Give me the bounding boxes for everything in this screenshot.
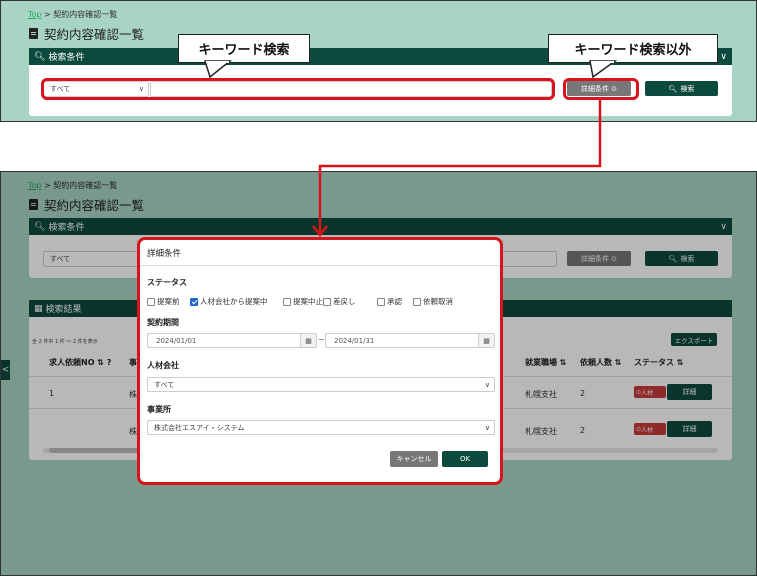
checkbox-icon[interactable] bbox=[283, 297, 291, 306]
ok-button[interactable]: OK bbox=[442, 451, 488, 467]
office-select[interactable]: 株式会社エスアイ・システム ∨ bbox=[147, 420, 495, 435]
cancel-button[interactable]: キャンセル bbox=[390, 451, 438, 467]
date-from-input[interactable]: 2024/01/01 ▦ bbox=[147, 333, 317, 348]
period-label: 契約期間 bbox=[147, 318, 179, 327]
detail-conditions-modal: 詳細条件 ステータス 提案前 人材会社から提案中 提案中止 差戻し 承認 依頼取消 契約期… bbox=[137, 237, 503, 485]
status-checkbox-5[interactable]: 依頼取消 bbox=[413, 296, 453, 307]
date-from-value: 2024/01/01 bbox=[156, 336, 197, 345]
checkbox-icon[interactable] bbox=[147, 297, 155, 306]
keyword-callout-tail bbox=[203, 60, 233, 79]
date-to-value: 2024/01/31 bbox=[334, 336, 375, 345]
status-checkbox-label: 差戻し bbox=[333, 297, 356, 306]
status-checkbox-2[interactable]: 提案中止 bbox=[283, 296, 323, 307]
status-checkbox-label: 提案前 bbox=[157, 297, 180, 306]
checkbox-icon[interactable] bbox=[377, 297, 385, 306]
date-separator: ~ bbox=[318, 335, 325, 344]
chevron-down-icon: ∨ bbox=[484, 423, 490, 432]
office-label: 事業所 bbox=[147, 405, 171, 414]
status-checkbox-label: 承認 bbox=[387, 297, 402, 306]
date-to-input[interactable]: 2024/01/31 ▦ bbox=[325, 333, 495, 348]
calendar-icon[interactable]: ▦ bbox=[300, 334, 316, 347]
company-select-value: すべて bbox=[154, 380, 175, 389]
status-checkbox-1[interactable]: 人材会社から提案中 bbox=[190, 296, 268, 307]
status-checkbox-4[interactable]: 承認 bbox=[377, 296, 402, 307]
other-callout-tail bbox=[589, 60, 618, 79]
checkbox-icon[interactable] bbox=[190, 297, 198, 306]
company-select[interactable]: すべて ∨ bbox=[147, 377, 495, 392]
status-checkbox-3[interactable]: 差戻し bbox=[323, 296, 356, 307]
status-checkbox-0[interactable]: 提案前 bbox=[147, 296, 180, 307]
checkbox-icon[interactable] bbox=[413, 297, 421, 306]
chevron-down-icon: ∨ bbox=[484, 380, 490, 389]
checkbox-icon[interactable] bbox=[323, 297, 331, 306]
status-checkbox-label: 人材会社から提案中 bbox=[200, 297, 268, 306]
office-select-value: 株式会社エスアイ・システム bbox=[154, 423, 245, 432]
status-checkbox-label: 提案中止 bbox=[293, 297, 323, 306]
calendar-icon[interactable]: ▦ bbox=[478, 334, 494, 347]
modal-title: 詳細条件 bbox=[147, 249, 182, 259]
status-checkbox-label: 依頼取消 bbox=[423, 297, 453, 306]
company-label: 人材会社 bbox=[147, 361, 179, 370]
status-label: ステータス bbox=[147, 278, 187, 287]
